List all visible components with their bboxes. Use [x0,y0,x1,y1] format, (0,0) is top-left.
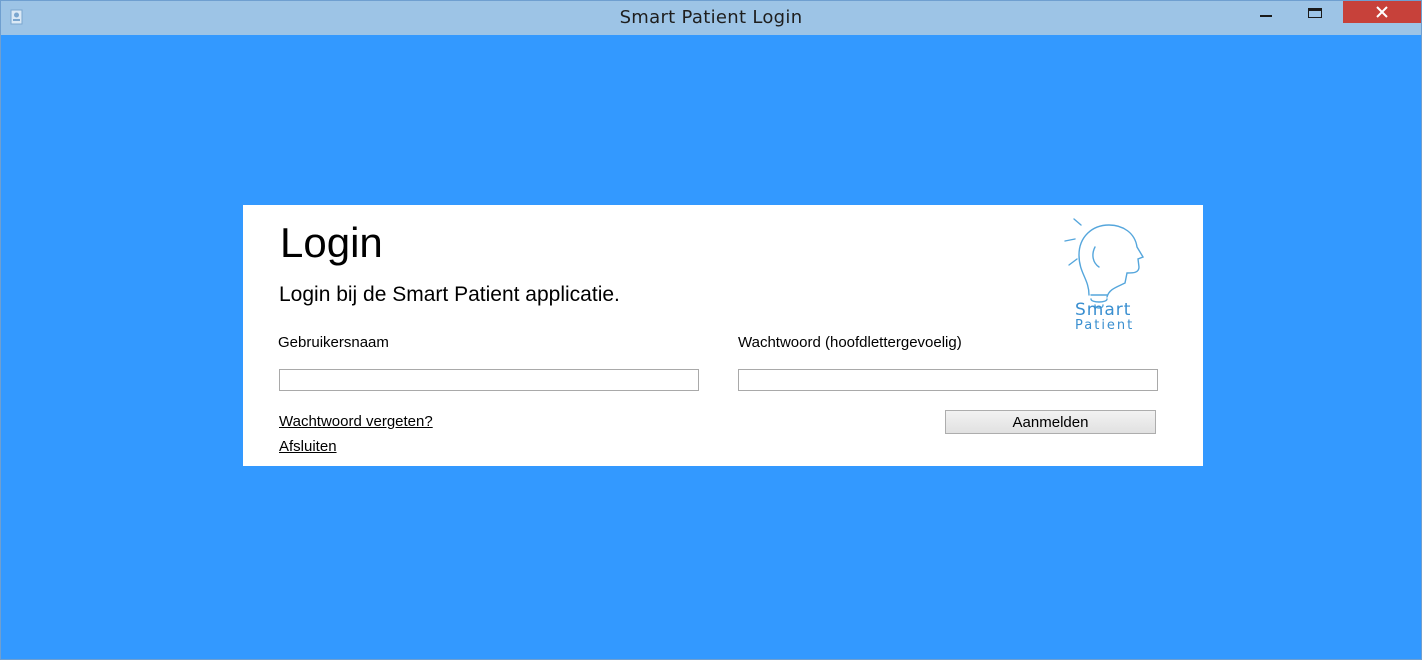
password-label: Wachtwoord (hoofdlettergevoelig) [738,334,962,351]
username-input[interactable] [279,369,699,391]
logo-text-patient: Patient [1075,318,1135,333]
app-window: Smart Patient Login Login Login bij de S… [0,0,1422,660]
title-bar[interactable]: Smart Patient Login [1,1,1421,35]
maximize-button[interactable] [1297,1,1333,23]
minimize-button[interactable] [1249,1,1283,23]
page-title: Login [280,219,383,266]
username-label: Gebruikersnaam [278,334,389,351]
maximize-icon [1308,8,1322,18]
close-button[interactable] [1343,1,1421,23]
page-subtitle: Login bij de Smart Patient applicatie. [279,283,620,306]
logo-text-smart: Smart [1075,300,1132,320]
minimize-icon [1260,15,1272,17]
login-panel: Login Login bij de Smart Patient applica… [243,205,1203,466]
login-button[interactable]: Aanmelden [945,410,1156,434]
close-icon [1376,6,1388,18]
window-title: Smart Patient Login [619,7,803,28]
password-input[interactable] [738,369,1158,391]
forgot-password-link[interactable]: Wachtwoord vergeten? [279,413,433,430]
exit-link[interactable]: Afsluiten [279,438,337,455]
